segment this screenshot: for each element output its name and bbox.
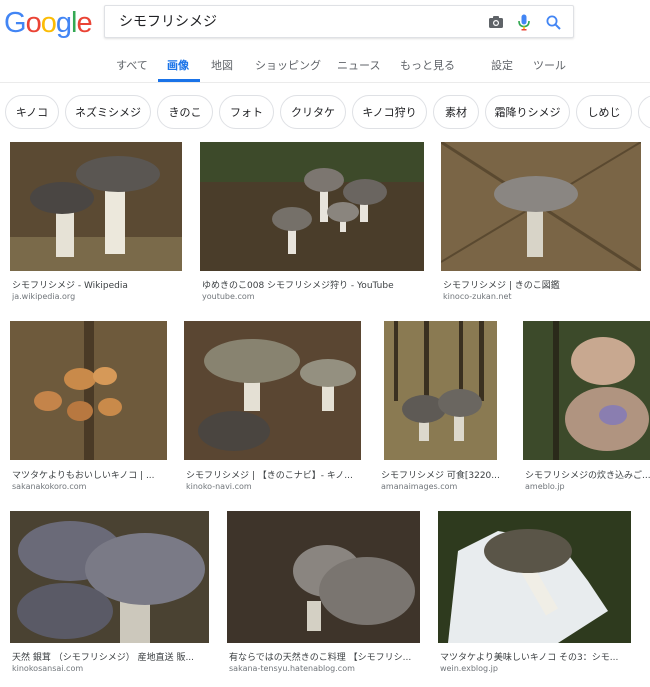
result-source[interactable]: ja.wikipedia.org [12, 292, 182, 301]
chip[interactable]: 霜降りシメジ [485, 95, 570, 129]
result-source[interactable]: sakana-tensyu.hatenablog.com [229, 664, 420, 673]
result-image[interactable] [441, 142, 641, 271]
logo-letter: o [40, 7, 57, 39]
camera-icon[interactable] [486, 12, 506, 32]
result-title[interactable]: マツタケよりもおいしいキノコ | ... [12, 468, 167, 481]
active-tab-indicator [158, 79, 200, 82]
chip[interactable]: クリタケ [280, 95, 346, 129]
result-source[interactable]: kinoko-navi.com [186, 482, 361, 491]
result-source[interactable]: amanaimages.com [381, 482, 499, 491]
tab-images[interactable]: 画像 [167, 57, 189, 73]
result-title[interactable]: シモフリシメジ | 【きのこナビ】- キノ... [186, 468, 361, 481]
result-image[interactable] [438, 511, 631, 643]
result-image[interactable] [200, 142, 424, 271]
result-source[interactable]: sakanakokoro.com [12, 482, 167, 491]
tab-news[interactable]: ニュース [337, 57, 380, 73]
result-source[interactable]: wein.exblog.jp [440, 664, 631, 673]
result-image[interactable] [10, 511, 209, 643]
chip[interactable]: フォト [219, 95, 274, 129]
search-input[interactable] [117, 12, 481, 30]
logo-letter: g [55, 7, 72, 39]
search-tabs-bar: すべて 画像 地図 ショッピング ニュース もっと見る 設定 ツール [0, 48, 650, 83]
result-title[interactable]: シモフリシメジ 可食[3220... [381, 468, 499, 481]
search-icon[interactable] [543, 12, 563, 32]
result-image[interactable] [10, 321, 167, 460]
logo-letter: e [76, 7, 92, 39]
result-title[interactable]: 天然 銀茸 （シモフリシメジ） 産地直送 販... [12, 650, 209, 663]
chip[interactable]: きのこ [157, 95, 213, 129]
search-box[interactable] [104, 5, 574, 38]
chip[interactable]: 素材 [433, 95, 479, 129]
chip[interactable]: ネズミシメジ [65, 95, 151, 129]
logo-letter: o [25, 7, 42, 39]
result-title[interactable]: シモフリシメジ | きのこ図鑑 [443, 278, 641, 291]
result-source[interactable]: kinoco-zukan.net [443, 292, 641, 301]
google-logo[interactable]: Google [4, 6, 93, 40]
result-source[interactable]: youtube.com [202, 292, 424, 301]
chip-overflow[interactable] [638, 95, 650, 129]
result-title[interactable]: 有ならではの天然きのこ料理 【シモフリシ... [229, 650, 420, 663]
result-image[interactable] [184, 321, 361, 460]
result-source[interactable]: ameblo.jp [525, 482, 650, 491]
tab-all[interactable]: すべて [116, 57, 148, 73]
result-title[interactable]: ゆめきのこ008 シモフリシメジ狩り - YouTube [202, 278, 424, 291]
result-image[interactable] [523, 321, 650, 460]
result-title[interactable]: マツタケより美味しいキノコ その3：シモ... [440, 650, 631, 663]
result-image[interactable] [384, 321, 497, 460]
result-image[interactable] [10, 142, 182, 271]
chip[interactable]: キノコ [5, 95, 59, 129]
result-image[interactable] [227, 511, 420, 643]
settings-link[interactable]: 設定 [491, 57, 513, 73]
chip[interactable]: しめじ [576, 95, 632, 129]
tab-shopping[interactable]: ショッピング [255, 57, 321, 73]
chip[interactable]: キノコ狩り [352, 95, 427, 129]
result-title[interactable]: シモフリシメジ - Wikipedia [12, 278, 182, 291]
tab-more[interactable]: もっと見る [400, 57, 455, 73]
logo-letter: G [4, 7, 27, 39]
tools-link[interactable]: ツール [533, 57, 566, 73]
mic-icon[interactable] [514, 12, 534, 32]
result-source[interactable]: kinokosansai.com [12, 664, 209, 673]
tab-maps[interactable]: 地図 [211, 57, 233, 73]
result-title[interactable]: シモフリシメジの炊き込みご... [525, 468, 650, 481]
